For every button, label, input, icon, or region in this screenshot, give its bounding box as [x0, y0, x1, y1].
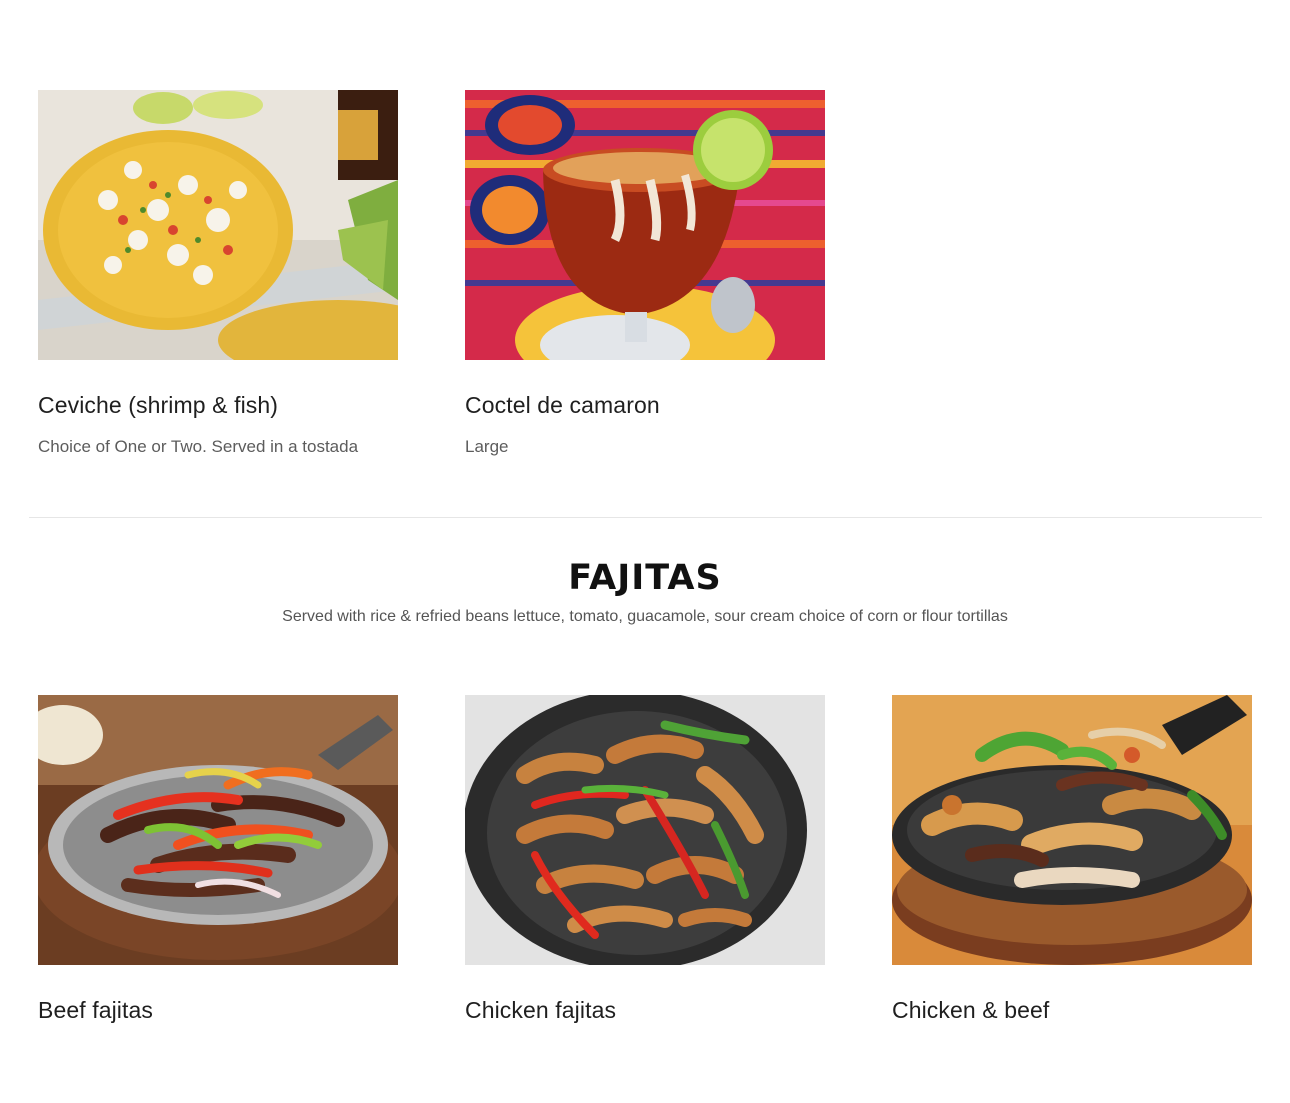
- ceviche-image: [38, 90, 398, 360]
- menu-item-ceviche[interactable]: Ceviche (shrimp & fish) Choice of One or…: [38, 90, 398, 456]
- menu-item-beef-fajitas[interactable]: Beef fajitas: [38, 695, 398, 1023]
- section-divider: [29, 517, 1262, 518]
- menu-item-chicken-beef[interactable]: Chicken & beef: [892, 695, 1252, 1023]
- menu-item-title: Coctel de camaron: [465, 392, 660, 418]
- menu-item-title: Ceviche (shrimp & fish): [38, 392, 279, 418]
- chicken-beef-fajitas-photo[interactable]: [892, 695, 1252, 965]
- section-title-fajitas: FAJITAS: [568, 558, 722, 598]
- chicken-fajitas-photo[interactable]: [465, 695, 825, 965]
- chicken-beef-image: [892, 695, 1252, 965]
- menu-item-title: Chicken & beef: [892, 997, 1050, 1023]
- menu-item-title: Beef fajitas: [38, 997, 153, 1023]
- menu-item-description: Choice of One or Two. Served in a tostad…: [38, 437, 359, 456]
- coctel-image: [465, 90, 825, 360]
- ceviche-tostada-photo[interactable]: [38, 90, 398, 360]
- section-subtitle-fajitas: Served with rice & refried beans lettuce…: [282, 608, 1008, 625]
- beef-fajitas-image: [38, 695, 398, 965]
- menu-item-description: Large: [465, 437, 509, 456]
- shrimp-cocktail-photo[interactable]: [465, 90, 825, 360]
- chicken-fajitas-image: [465, 695, 825, 965]
- menu-item-title: Chicken fajitas: [465, 997, 617, 1023]
- menu-item-coctel[interactable]: Coctel de camaron Large: [465, 90, 825, 456]
- menu-item-chicken-fajitas[interactable]: Chicken fajitas: [465, 695, 825, 1023]
- beef-fajitas-photo[interactable]: [38, 695, 398, 965]
